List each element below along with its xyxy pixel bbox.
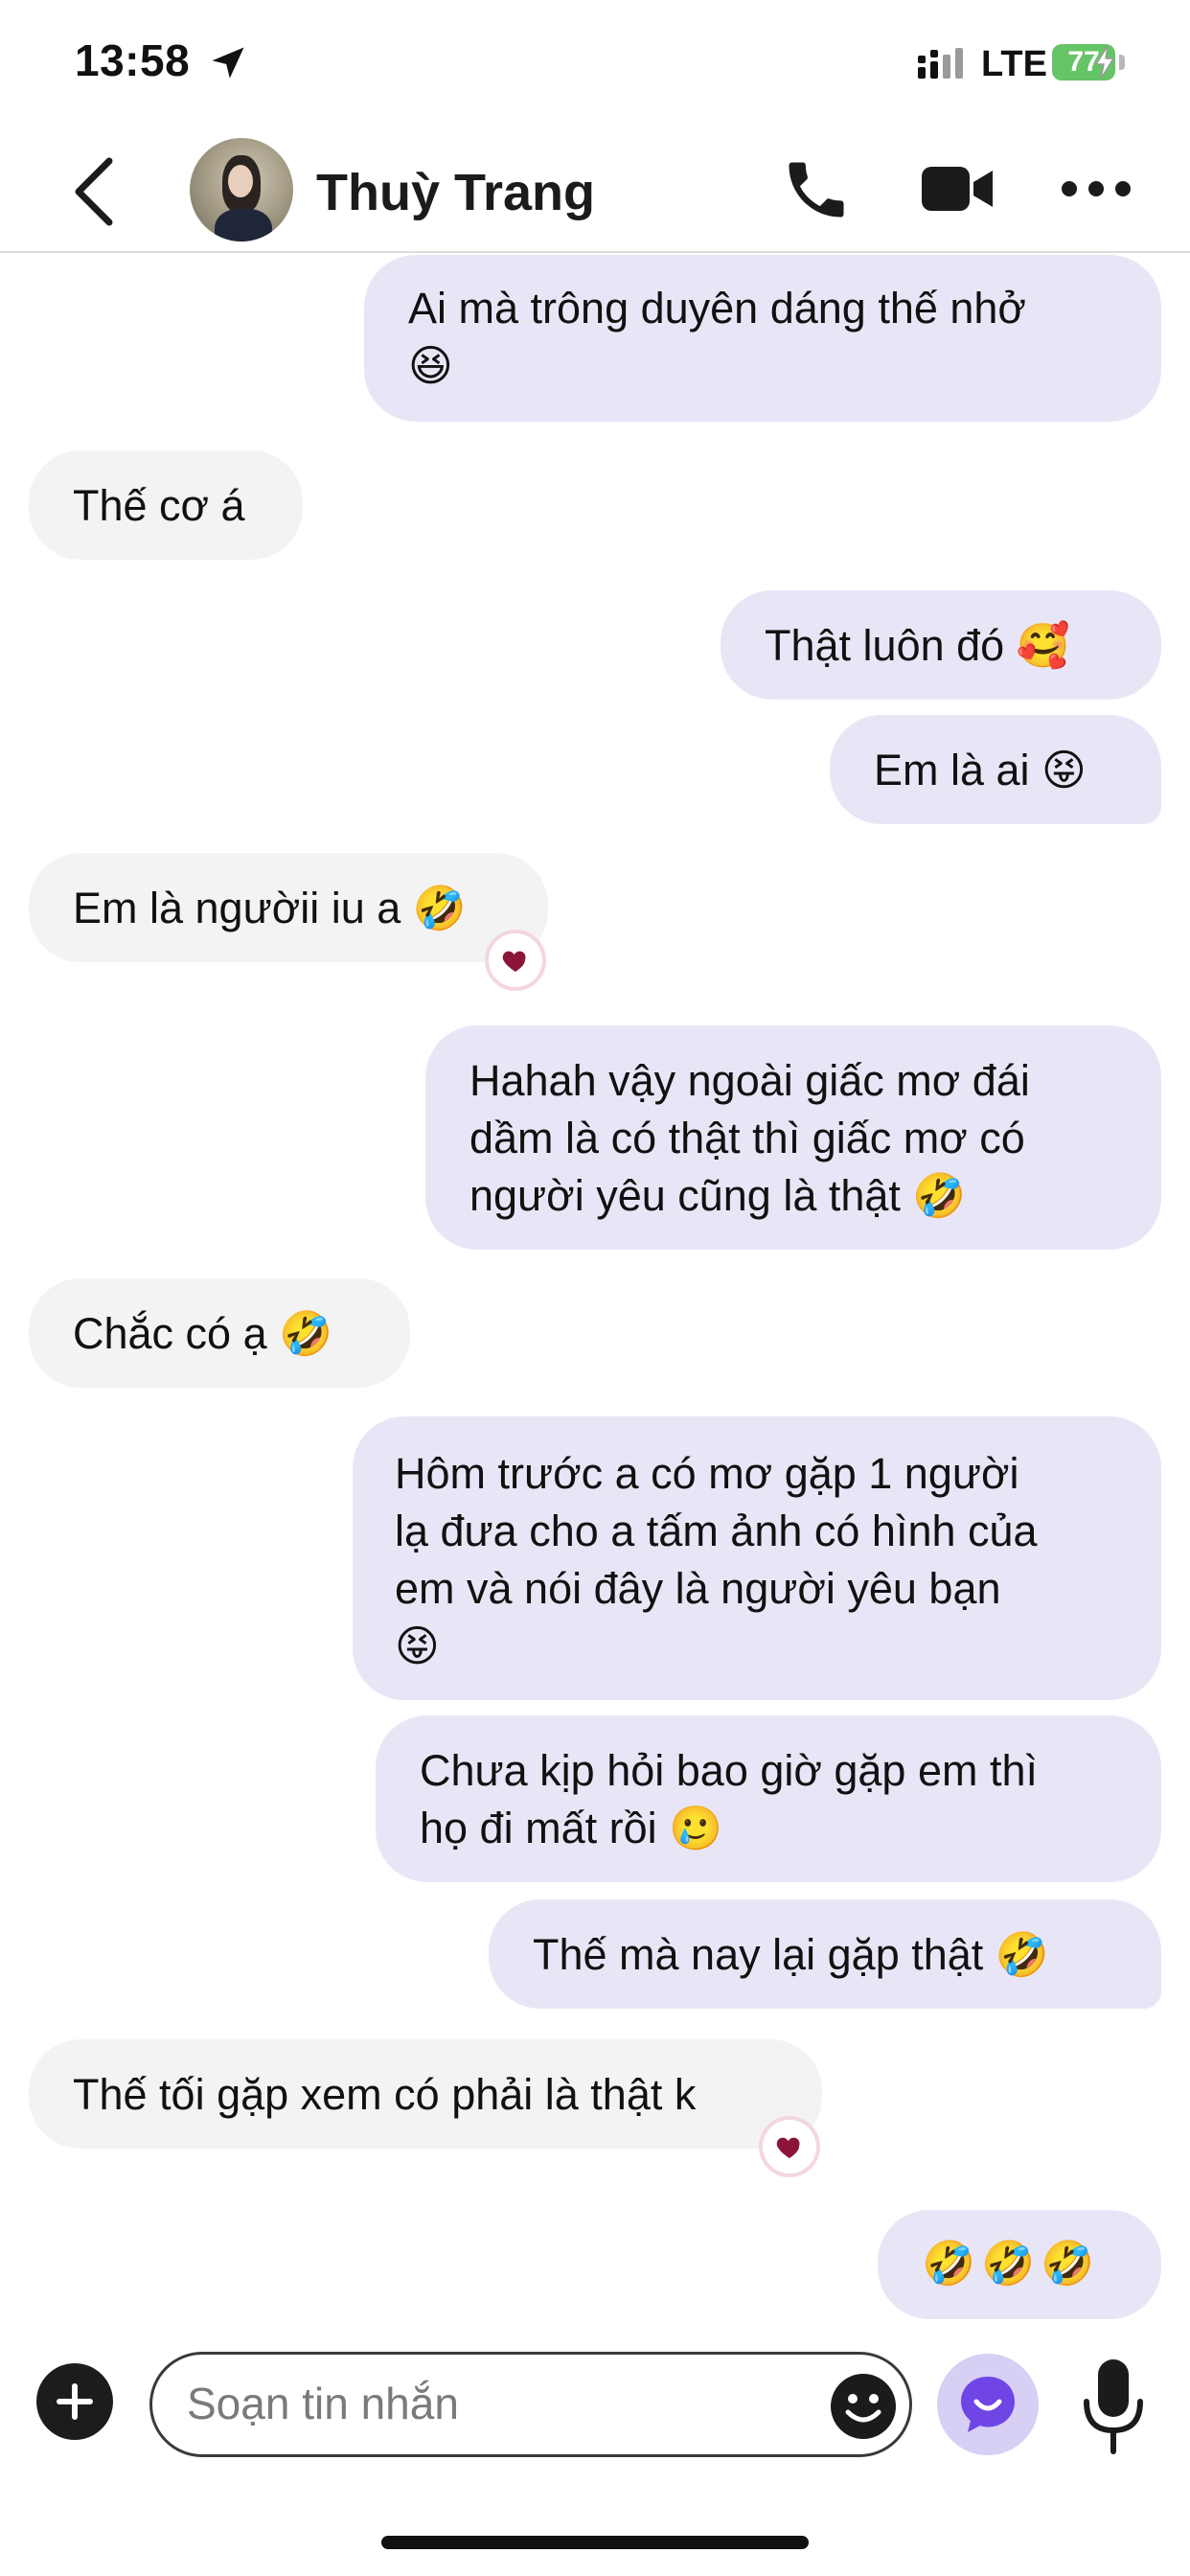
reaction-heart-badge[interactable] <box>763 2120 816 2174</box>
message-bubble-incoming[interactable]: Em là ngườii iu a 🤣 <box>29 853 548 962</box>
status-time: 13:58 <box>75 35 191 85</box>
video-camera-icon[interactable] <box>920 159 995 218</box>
message-input[interactable]: Soạn tin nhắn <box>149 2352 912 2457</box>
heart-icon <box>776 2137 800 2158</box>
message-bubble-outgoing[interactable]: Hahah vậy ngoài giấc mơ đái dầm là có th… <box>425 1025 1161 1250</box>
message-bubble-outgoing[interactable]: Thế mà nay lại gặp thật 🤣 <box>489 1899 1161 2009</box>
add-attachment-button[interactable] <box>36 2363 113 2440</box>
signal-icon <box>918 48 963 79</box>
avatar-body <box>215 209 272 242</box>
ai-chat-icon <box>961 2377 1015 2432</box>
chevron-left-icon[interactable] <box>67 155 125 228</box>
avatar-face <box>228 165 253 197</box>
microphone-icon[interactable] <box>1079 2358 1148 2457</box>
message-bubble-incoming[interactable]: Thế tối gặp xem có phải là thật k <box>29 2039 822 2149</box>
message-bubble-outgoing[interactable]: Hôm trước a có mơ gặp 1 người lạ đưa cho… <box>353 1416 1161 1700</box>
message-input-placeholder: Soạn tin nhắn <box>187 2379 459 2428</box>
reaction-heart-badge[interactable] <box>489 933 542 987</box>
ellipsis-icon[interactable] <box>1058 174 1134 203</box>
heart-icon <box>502 951 526 972</box>
avatar[interactable] <box>190 138 293 242</box>
location-arrow-icon <box>212 47 244 79</box>
network-type: LTE <box>981 44 1047 84</box>
chat-header: Thuỳ Trang <box>0 125 1190 253</box>
message-bubble-outgoing[interactable]: 🤣🤣🤣 <box>878 2210 1161 2319</box>
message-bubble-incoming[interactable]: Thế cơ á <box>29 450 303 560</box>
plus-icon <box>57 2383 93 2420</box>
message-bubble-outgoing[interactable]: Em là ai 😝 <box>830 715 1161 824</box>
home-indicator <box>381 2536 809 2549</box>
smiley-icon[interactable] <box>829 2372 898 2441</box>
charging-bolt-icon <box>1094 45 1115 80</box>
contact-name[interactable]: Thuỳ Trang <box>316 163 595 222</box>
ai-assistant-button[interactable] <box>937 2354 1039 2455</box>
message-bubble-outgoing[interactable]: Ai mà trông duyên dáng thế nhở 😆 <box>364 255 1161 422</box>
status-bar: 13:58 LTE 77 <box>0 0 1190 125</box>
message-bubble-outgoing[interactable]: Chưa kịp hỏi bao giờ gặp em thì họ đi mấ… <box>376 1715 1161 1882</box>
phone-icon[interactable] <box>780 153 853 226</box>
message-bubble-incoming[interactable]: Chắc có ạ 🤣 <box>29 1278 410 1388</box>
battery-cap <box>1119 55 1125 70</box>
message-bubble-outgoing[interactable]: Thật luôn đó 🥰 <box>721 590 1161 700</box>
